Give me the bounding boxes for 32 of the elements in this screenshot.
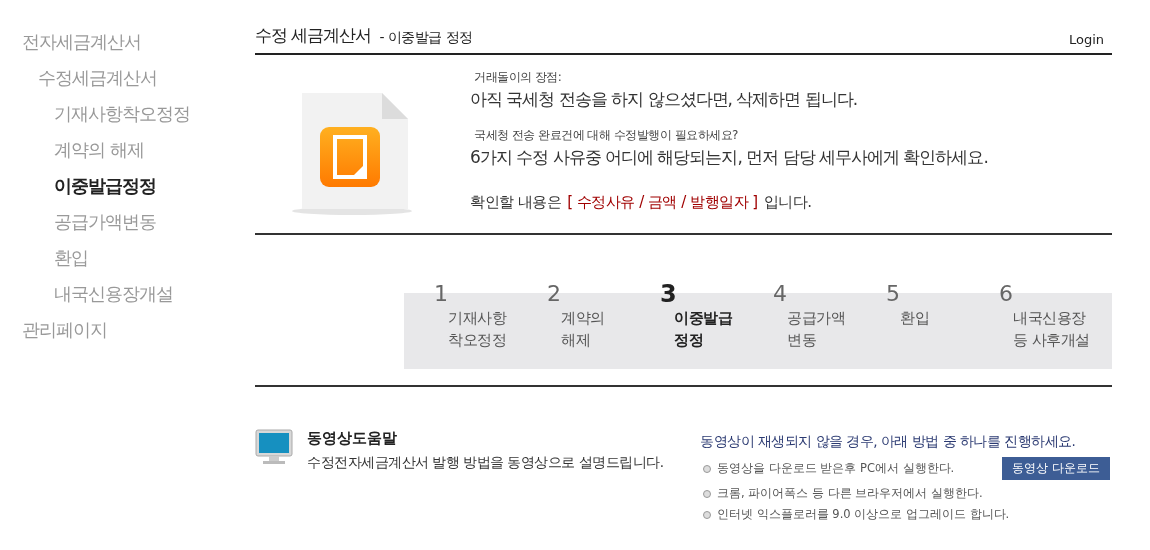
download-button[interactable]: 동영상 다운로드 bbox=[1002, 457, 1110, 480]
step-number: 5 bbox=[886, 281, 900, 307]
video-help-title: 동영상도움말 bbox=[307, 429, 397, 448]
step-label[interactable]: 내국신용장 등 사후개설 bbox=[1013, 307, 1090, 351]
step-number: 6 bbox=[999, 281, 1013, 307]
step-label[interactable]: 이중발급 정정 bbox=[674, 307, 732, 351]
step-label[interactable]: 공급가액 변동 bbox=[787, 307, 845, 351]
step-number: 1 bbox=[434, 281, 448, 307]
step-number: 4 bbox=[773, 281, 787, 307]
bullet-icon bbox=[703, 464, 711, 473]
sidebar-item[interactable]: 이중발급정정 bbox=[54, 168, 156, 204]
tip-text: 인터넷 익스플로러를 9.0 이상으로 업그레이드 합니다. bbox=[717, 507, 1010, 522]
caption-text: 거래돌이의 장점: bbox=[474, 69, 562, 86]
step-label[interactable]: 환입 bbox=[900, 307, 929, 329]
monitor-icon bbox=[255, 429, 293, 465]
bullet-icon bbox=[703, 489, 711, 498]
step-number: 3 bbox=[660, 281, 677, 307]
video-help-description: 수정전자세금계산서 발행 방법을 동영상으로 설명드립니다. bbox=[307, 454, 664, 472]
step-label[interactable]: 기재사항 착오정정 bbox=[448, 307, 506, 351]
bullet-icon bbox=[703, 510, 711, 519]
page-subtitle: - 이중발급 정정 bbox=[379, 29, 473, 47]
message-text: 아직 국세청 전송을 하지 않으셨다면, 삭제하면 됩니다. bbox=[470, 88, 858, 111]
step-label[interactable]: 계약의 해제 bbox=[561, 307, 605, 351]
page-title: 수정 세금계산서 bbox=[255, 24, 372, 47]
check-sentence: 확인할 내용은 [ 수정사유 / 금액 / 발행일자 ] 입니다. bbox=[470, 193, 812, 212]
tip-text: 동영상을 다운로드 받은후 PC에서 실행한다. bbox=[717, 461, 955, 476]
tip-text: 크롬, 파이어폭스 등 다른 브라우저에서 실행한다. bbox=[717, 486, 983, 501]
troubleshoot-heading: 동영상이 재생되지 않을 경우, 아래 방법 중 하나를 진행하세요. bbox=[700, 433, 1077, 451]
step-number: 2 bbox=[547, 281, 561, 307]
message-text: 6가지 수정 사유중 어디에 해당되는지, 먼저 담당 세무사에게 확인하세요. bbox=[470, 146, 988, 169]
login-link[interactable]: Login bbox=[1068, 32, 1104, 47]
caption-text: 국세청 전송 완료건에 대해 수정발행이 필요하세요? bbox=[474, 127, 738, 144]
